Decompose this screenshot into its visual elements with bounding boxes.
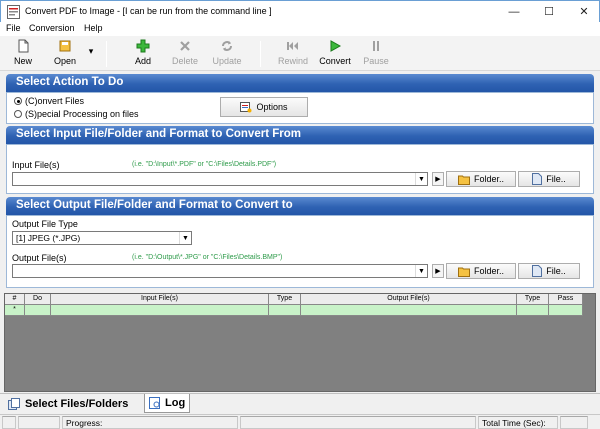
log-icon bbox=[149, 397, 160, 409]
input-folder-button[interactable]: Folder.. bbox=[446, 171, 516, 187]
rewind-icon bbox=[287, 42, 298, 50]
menu-help[interactable]: Help bbox=[84, 23, 103, 33]
input-browse-arrow-button[interactable]: ▶ bbox=[432, 172, 444, 186]
menu-conversion[interactable]: Conversion bbox=[29, 23, 75, 33]
options-button[interactable]: Options bbox=[220, 97, 308, 117]
input-hint: (i.e. "D:\Input\*.PDF" or "C:\Files\Deta… bbox=[132, 161, 277, 168]
tab-select-files-folders[interactable]: Select Files/Folders bbox=[4, 394, 133, 413]
column-header[interactable]: Pass bbox=[549, 294, 583, 305]
delete-button[interactable]: Delete bbox=[170, 39, 200, 69]
output-file-button[interactable]: File.. bbox=[518, 263, 580, 279]
convert-button[interactable]: Convert bbox=[318, 39, 352, 69]
column-header[interactable]: Output File(s) bbox=[301, 294, 517, 305]
folder-icon bbox=[457, 175, 470, 185]
app-icon bbox=[7, 5, 20, 19]
new-document-icon bbox=[18, 39, 29, 53]
input-files-combo[interactable]: ▼ bbox=[12, 172, 428, 186]
status-panel bbox=[560, 416, 588, 429]
table-row[interactable]: * bbox=[5, 305, 583, 316]
menu-file[interactable]: File bbox=[6, 23, 21, 33]
column-header[interactable]: Input File(s) bbox=[51, 294, 269, 305]
column-header[interactable]: Type bbox=[269, 294, 301, 305]
column-header[interactable]: Do bbox=[25, 294, 51, 305]
status-panel bbox=[240, 416, 476, 429]
add-button[interactable]: Add bbox=[130, 39, 156, 69]
convert-files-radio[interactable]: (C)onvert Files bbox=[14, 96, 84, 106]
menu-bar: File Conversion Help bbox=[0, 22, 600, 36]
add-plus-icon bbox=[136, 39, 150, 53]
output-section-header: Select Output File/Folder and Format to … bbox=[6, 197, 594, 215]
total-time-panel: Total Time (Sec): bbox=[478, 416, 558, 429]
bottom-tabs: Select Files/Folders Log bbox=[0, 393, 600, 413]
maximize-button[interactable]: ☐ bbox=[532, 1, 566, 22]
progress-label: Progress: bbox=[66, 418, 103, 428]
file-icon bbox=[532, 265, 543, 277]
table-cell[interactable] bbox=[269, 305, 301, 316]
input-section-header: Select Input File/Folder and Format to C… bbox=[6, 126, 594, 144]
output-hint: (i.e. "D:\Output\*.JPG" or "C:\Files\Det… bbox=[132, 254, 283, 261]
grid-header-row: # Do Input File(s) Type Output File(s) T… bbox=[5, 294, 583, 305]
new-button[interactable]: New bbox=[10, 39, 36, 69]
close-button[interactable]: ✕ bbox=[567, 1, 600, 22]
output-browse-arrow-button[interactable]: ▶ bbox=[432, 264, 444, 278]
options-icon bbox=[240, 102, 252, 113]
output-files-combo[interactable]: ▼ bbox=[12, 264, 428, 278]
radio-empty-icon bbox=[14, 110, 22, 118]
chevron-down-icon[interactable]: ▼ bbox=[415, 265, 427, 277]
column-header[interactable]: Type bbox=[517, 294, 549, 305]
table-cell[interactable] bbox=[51, 305, 269, 316]
output-files-label: Output File(s) bbox=[12, 253, 67, 263]
folder-icon bbox=[457, 267, 470, 277]
window-title: Convert PDF to Image - [I can be run fro… bbox=[25, 6, 272, 16]
toolbar: New Open ▾ Add Delete Update Rewind Conv… bbox=[0, 36, 600, 71]
toolbar-separator bbox=[260, 41, 261, 67]
total-time-label: Total Time (Sec): bbox=[482, 418, 546, 428]
tab-log[interactable]: Log bbox=[144, 394, 191, 413]
open-icon bbox=[59, 40, 71, 52]
status-panel bbox=[18, 416, 60, 429]
files-icon bbox=[8, 397, 20, 410]
output-file-type-select[interactable]: [1] JPEG (*.JPG) ▼ bbox=[12, 231, 192, 245]
special-processing-radio[interactable]: (S)pecial Processing on files bbox=[14, 109, 139, 119]
file-icon bbox=[532, 173, 543, 185]
minimize-button[interactable]: — bbox=[497, 1, 531, 22]
chevron-down-icon[interactable]: ▼ bbox=[179, 232, 191, 244]
title-bar: Convert PDF to Image - [I can be run fro… bbox=[0, 0, 600, 22]
table-cell[interactable] bbox=[301, 305, 517, 316]
file-list-grid[interactable]: # Do Input File(s) Type Output File(s) T… bbox=[4, 293, 596, 392]
delete-x-icon bbox=[180, 41, 190, 51]
new-row-marker: * bbox=[5, 305, 25, 316]
update-button[interactable]: Update bbox=[210, 39, 244, 69]
output-file-type-label: Output File Type bbox=[12, 219, 78, 229]
status-bar: Progress: Total Time (Sec): bbox=[0, 414, 600, 429]
update-refresh-icon bbox=[222, 41, 232, 51]
chevron-down-icon[interactable]: ▼ bbox=[415, 173, 427, 185]
table-cell[interactable] bbox=[25, 305, 51, 316]
toolbar-separator bbox=[106, 41, 107, 67]
convert-play-icon bbox=[330, 40, 342, 52]
open-button[interactable]: Open bbox=[50, 39, 80, 69]
output-folder-button[interactable]: Folder.. bbox=[446, 263, 516, 279]
pause-button[interactable]: Pause bbox=[362, 39, 390, 69]
open-dropdown-arrow[interactable]: ▾ bbox=[86, 46, 96, 76]
input-file-button[interactable]: File.. bbox=[518, 171, 580, 187]
action-section-header: Select Action To Do bbox=[6, 74, 594, 92]
rewind-button[interactable]: Rewind bbox=[276, 39, 310, 69]
table-cell[interactable] bbox=[517, 305, 549, 316]
radio-selected-icon bbox=[14, 97, 22, 105]
status-panel bbox=[2, 416, 16, 429]
progress-panel: Progress: bbox=[62, 416, 238, 429]
column-header[interactable]: # bbox=[5, 294, 25, 305]
table-cell[interactable] bbox=[549, 305, 583, 316]
pause-icon bbox=[373, 41, 379, 51]
input-files-label: Input File(s) bbox=[12, 160, 60, 170]
